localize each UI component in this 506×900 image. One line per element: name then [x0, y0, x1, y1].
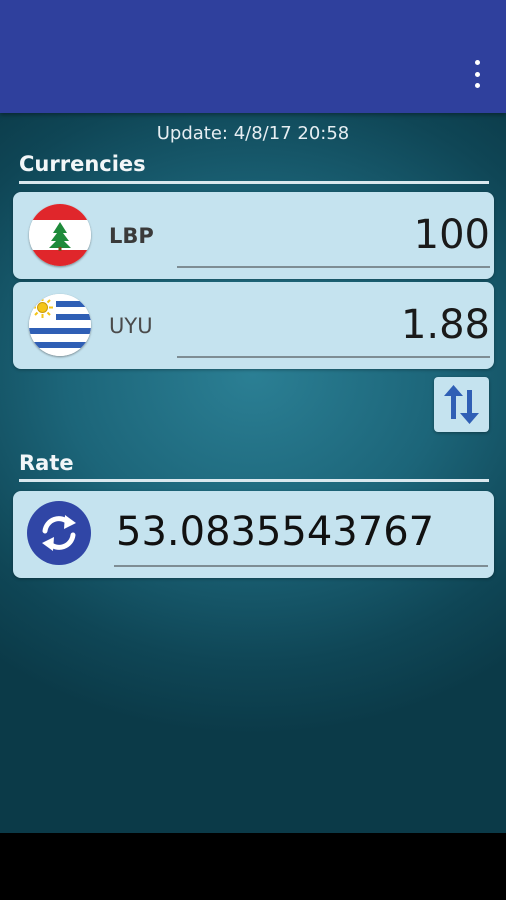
rate-value: 53.0835543767	[116, 509, 435, 555]
more-vert-icon[interactable]	[466, 60, 488, 88]
from-currency-card[interactable]: LBP 100	[13, 192, 494, 279]
currencies-title: Currencies	[19, 152, 146, 176]
from-amount-underline	[177, 266, 490, 268]
lebanon-flag-icon[interactable]	[29, 204, 91, 266]
to-amount-underline	[177, 356, 490, 358]
rate-divider	[19, 479, 489, 482]
rate-title: Rate	[19, 451, 74, 475]
to-currency-card[interactable]: UYU 1.88	[13, 282, 494, 369]
update-timestamp: Update: 4/8/17 20:58	[156, 123, 350, 144]
rate-card: 53.0835543767	[13, 491, 494, 578]
currencies-divider	[19, 181, 489, 184]
rate-underline	[114, 565, 488, 567]
uruguay-flag-icon[interactable]	[29, 294, 91, 356]
app-bar	[0, 0, 506, 113]
refresh-icon[interactable]	[27, 501, 91, 565]
to-currency-code: UYU	[109, 314, 153, 338]
from-currency-code: LBP	[109, 224, 154, 248]
swap-button[interactable]	[434, 377, 489, 432]
app-screen: Update: 4/8/17 20:58 Currencies LBP 100	[0, 0, 506, 833]
from-amount-input[interactable]: 100	[414, 212, 490, 258]
to-amount-input[interactable]: 1.88	[401, 302, 490, 348]
navigation-bar	[0, 833, 506, 900]
swap-arrows-icon	[444, 385, 479, 424]
